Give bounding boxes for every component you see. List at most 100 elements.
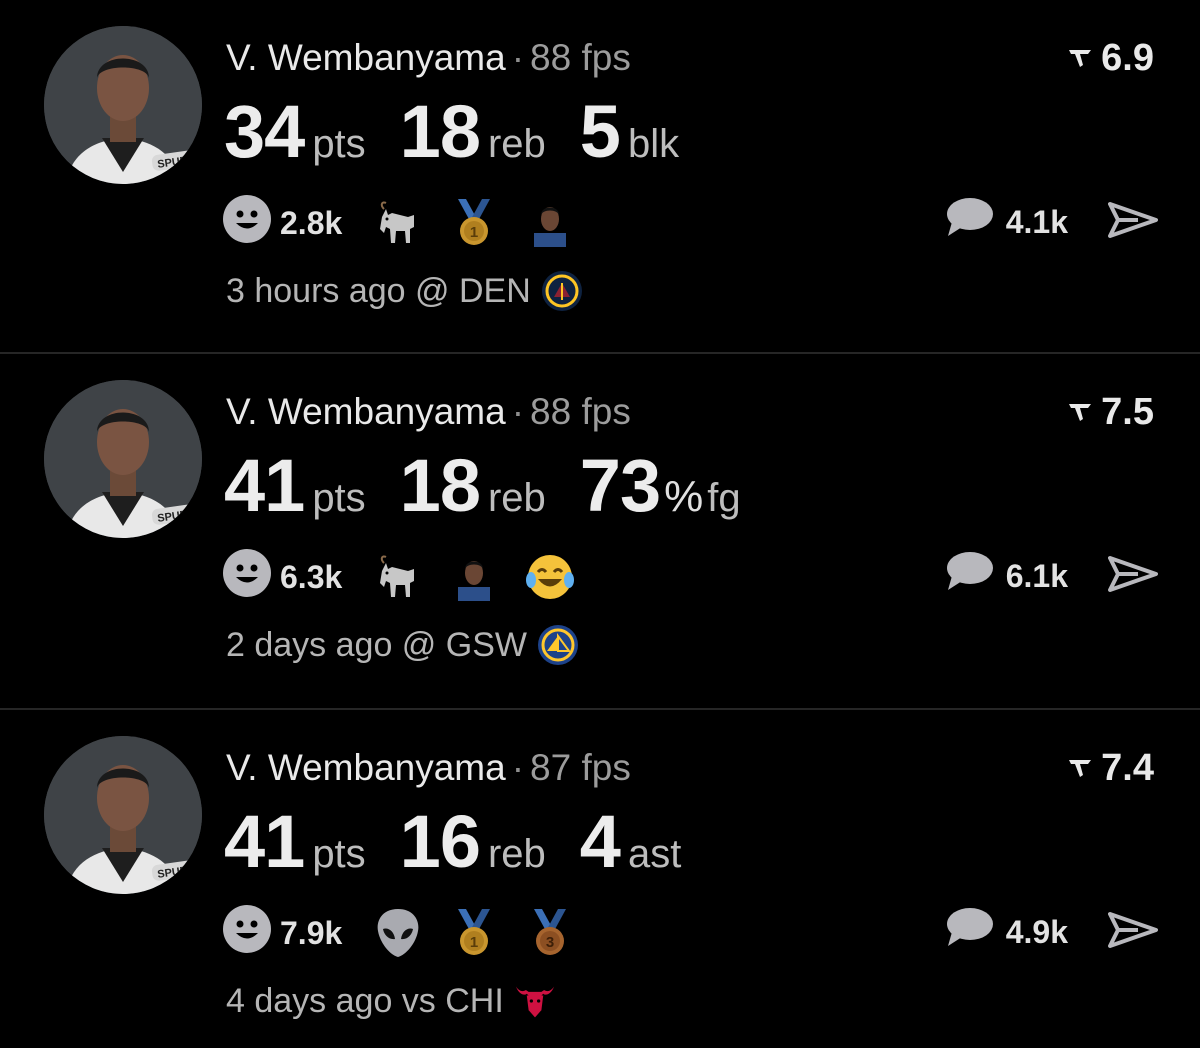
comment-count: 4.1k — [1005, 203, 1068, 240]
comment-icon — [944, 906, 994, 958]
rating-icon — [1067, 757, 1093, 779]
reactions-bar: 6.3k — [222, 548, 600, 606]
smiley-icon — [222, 548, 272, 606]
stat-rebounds: 18 reb — [400, 446, 546, 526]
rating: 7.4 — [1067, 746, 1154, 790]
stat-unit: fg — [707, 476, 741, 520]
share-icon[interactable] — [1108, 200, 1158, 245]
player-name[interactable]: V. Wembanyama — [226, 747, 506, 788]
game-info[interactable]: 3 hours ago @ DEN — [226, 270, 583, 312]
rating-icon — [1067, 47, 1093, 69]
feed-card[interactable]: SPURS V. Wembanyama · 88 fps 7.5 41 pts 18… — [0, 352, 1200, 708]
stat-points: 34 pts — [224, 92, 366, 172]
feed-card[interactable]: SPURS V. Wembanyama · 87 fps 7.4 41 pts 16… — [0, 708, 1200, 1044]
rating-value: 7.5 — [1101, 391, 1154, 433]
rating: 6.9 — [1067, 36, 1154, 80]
bronze-medal-icon[interactable]: 3 — [524, 907, 576, 959]
stat-value: 18 — [399, 90, 481, 173]
comments-button[interactable]: 6.1k — [944, 550, 1068, 602]
bulls-logo-icon — [514, 980, 556, 1022]
stat-value: 41 — [224, 444, 305, 527]
stat-unit: pts — [312, 476, 366, 520]
smiley-icon — [222, 904, 272, 962]
rating-value: 6.9 — [1101, 37, 1154, 79]
card-header: V. Wembanyama · 87 fps — [226, 746, 631, 790]
stat-rebounds: 16 reb — [400, 802, 546, 882]
smiley-icon — [222, 194, 272, 252]
game-info-text: 3 hours ago @ DEN — [226, 271, 531, 310]
comment-count: 6.1k — [1005, 557, 1068, 594]
stat-value: 34 — [224, 90, 305, 173]
stat-unit: pts — [312, 832, 366, 876]
goat-icon[interactable] — [372, 551, 424, 603]
react-button[interactable]: 7.9k — [222, 904, 342, 962]
stat-unit: blk — [627, 122, 680, 166]
share-icon[interactable] — [1108, 910, 1158, 955]
avatar[interactable]: SPURS — [44, 736, 202, 894]
stat-line: 41 pts 16 reb 4 ast — [224, 802, 681, 882]
comment-icon — [944, 550, 994, 602]
nuggets-logo-icon — [541, 270, 583, 312]
comments-button[interactable]: 4.9k — [944, 906, 1068, 958]
separator: · — [511, 37, 525, 78]
stat-value: 18 — [399, 444, 481, 527]
reaction-count: 7.9k — [280, 914, 343, 951]
player-name[interactable]: V. Wembanyama — [226, 37, 506, 78]
gold-medal-icon[interactable]: 1 — [448, 907, 500, 959]
fps-score: 88 fps — [530, 37, 631, 78]
reaction-count: 6.3k — [280, 558, 343, 595]
separator: · — [511, 391, 525, 432]
stat-assists: 4 ast — [580, 802, 682, 882]
game-info[interactable]: 4 days ago vs CHI — [226, 980, 556, 1022]
feed-card[interactable]: SPURS V. Wembanyama · 88 fps 6.9 34 pts 18… — [0, 0, 1200, 352]
fps-score: 87 fps — [530, 747, 631, 788]
stat-line: 41 pts 18 reb 73 % fg — [224, 446, 741, 526]
stat-points: 41 pts — [224, 446, 366, 526]
player-name[interactable]: V. Wembanyama — [226, 391, 506, 432]
stat-points: 41 pts — [224, 802, 366, 882]
react-button[interactable]: 6.3k — [222, 548, 342, 606]
feed: SPURS V. Wembanyama · 88 fps 6.9 34 pts 18… — [0, 0, 1200, 1044]
stat-unit: reb — [487, 476, 546, 520]
stat-unit: reb — [487, 122, 546, 166]
stat-value: 41 — [224, 800, 305, 883]
player-face-icon[interactable] — [448, 551, 500, 603]
share-icon[interactable] — [1108, 554, 1158, 599]
warriors-logo-icon — [537, 624, 579, 666]
comments-button[interactable]: 4.1k — [944, 196, 1068, 248]
stat-unit: ast — [627, 832, 682, 876]
fps-score: 88 fps — [530, 391, 631, 432]
card-actions: 4.1k — [944, 196, 1158, 248]
separator: · — [511, 747, 525, 788]
stat-value: 4 — [579, 800, 621, 883]
player-face-icon[interactable] — [524, 197, 576, 249]
stat-rebounds: 18 reb — [400, 92, 546, 172]
avatar[interactable]: SPURS — [44, 26, 202, 184]
rating-value: 7.4 — [1101, 747, 1154, 789]
stat-unit: reb — [487, 832, 546, 876]
rating: 7.5 — [1067, 390, 1154, 434]
gold-medal-icon[interactable]: 1 — [448, 197, 500, 249]
goat-icon[interactable] — [372, 197, 424, 249]
rating-icon — [1067, 401, 1093, 423]
react-button[interactable]: 2.8k — [222, 194, 342, 252]
card-header: V. Wembanyama · 88 fps — [226, 36, 631, 80]
alien-icon[interactable] — [372, 907, 424, 959]
card-actions: 6.1k — [944, 550, 1158, 602]
avatar[interactable]: SPURS — [44, 380, 202, 538]
comment-icon — [944, 196, 994, 248]
comment-count: 4.9k — [1005, 913, 1068, 950]
game-info-text: 2 days ago @ GSW — [226, 625, 527, 664]
stat-value: 73 — [579, 444, 661, 527]
reaction-count: 2.8k — [280, 204, 343, 241]
svg-text:1: 1 — [470, 934, 478, 951]
game-info[interactable]: 2 days ago @ GSW — [226, 624, 579, 666]
stat-value: 16 — [399, 800, 481, 883]
stat-line: 34 pts 18 reb 5 blk — [224, 92, 679, 172]
card-header: V. Wembanyama · 88 fps — [226, 390, 631, 434]
laughing-crying-emoji-icon[interactable] — [524, 551, 576, 603]
stat-unit: pts — [312, 122, 366, 166]
svg-text:3: 3 — [546, 934, 554, 951]
reactions-bar: 2.8k 1 — [222, 194, 600, 252]
card-actions: 4.9k — [944, 906, 1158, 958]
